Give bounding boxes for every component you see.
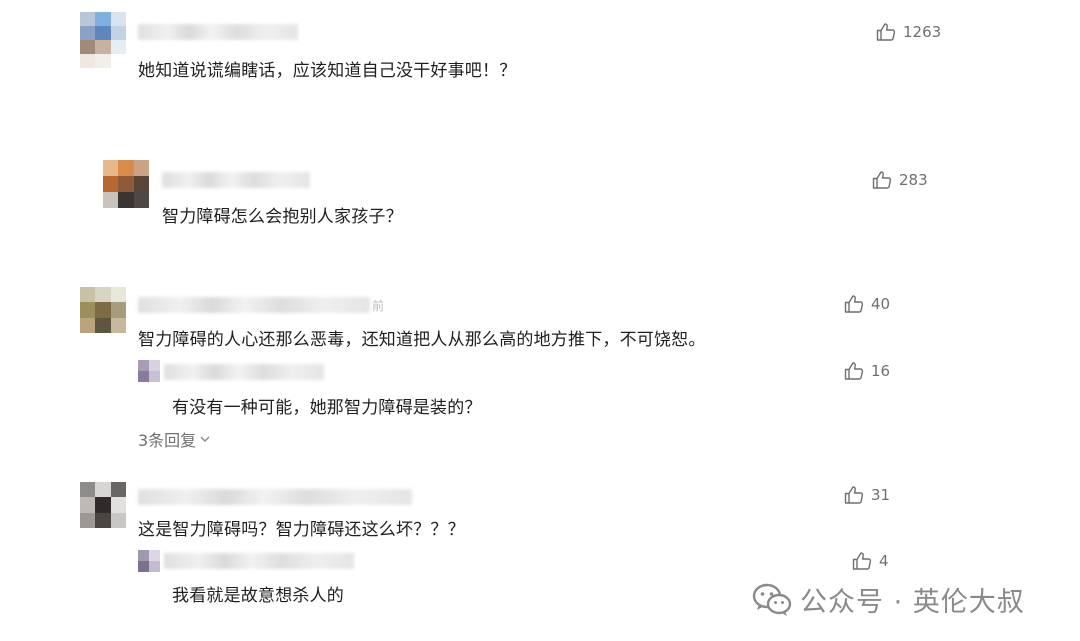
comment-text: 智力障碍怎么会抱别人家孩子？ [162, 207, 403, 227]
username[interactable] [162, 172, 310, 188]
username[interactable] [138, 24, 298, 40]
view-replies-link[interactable]: 3条回复 [138, 427, 211, 451]
reply-text: 有没有一种可能，她那智力障碍是装的？ [172, 398, 482, 418]
reply-text: 我看就是故意想杀人的 [172, 586, 344, 606]
like-button[interactable]: 1263 [876, 23, 941, 41]
username[interactable] [164, 553, 354, 569]
wechat-icon [752, 583, 792, 616]
replies-label: 3条回复 [138, 431, 197, 450]
avatar[interactable] [80, 287, 126, 333]
avatar[interactable] [80, 482, 126, 528]
thumbs-up-icon [844, 362, 864, 380]
thumbs-up-icon [876, 23, 896, 41]
like-count: 283 [899, 171, 928, 189]
like-button[interactable]: 40 [844, 295, 890, 313]
like-count: 16 [871, 362, 891, 380]
username[interactable] [138, 489, 412, 505]
chevron-down-icon [200, 436, 210, 442]
like-count: 1263 [903, 23, 942, 41]
like-count: 4 [879, 552, 889, 570]
timestamp: 前 [372, 299, 385, 313]
username[interactable] [138, 297, 370, 313]
watermark: 公众号 · 英伦大叔 [752, 580, 1025, 619]
avatar[interactable] [80, 12, 126, 68]
like-button[interactable]: 31 [844, 486, 890, 504]
username[interactable] [164, 364, 324, 380]
comment-text: 她知道说谎编瞎话，应该知道自己没干好事吧！？ [138, 61, 517, 81]
like-count: 31 [871, 486, 891, 504]
thumbs-up-icon [852, 552, 872, 570]
watermark-text: 公众号 · 英伦大叔 [800, 587, 1025, 618]
thumbs-up-icon [844, 486, 864, 504]
avatar[interactable] [138, 360, 160, 382]
like-count: 40 [871, 295, 891, 313]
thumbs-up-icon [844, 295, 864, 313]
like-button[interactable]: 283 [872, 171, 928, 189]
like-button[interactable]: 16 [844, 362, 890, 380]
comment-text: 智力障碍的人心还那么恶毒，还知道把人从那么高的地方推下，不可饶恕。 [138, 330, 706, 350]
comment-text: 这是智力障碍吗？智力障碍还这么坏？？？ [138, 520, 465, 540]
thumbs-up-icon [872, 171, 892, 189]
avatar[interactable] [103, 160, 149, 208]
like-button[interactable]: 4 [852, 552, 889, 570]
avatar[interactable] [138, 550, 160, 572]
